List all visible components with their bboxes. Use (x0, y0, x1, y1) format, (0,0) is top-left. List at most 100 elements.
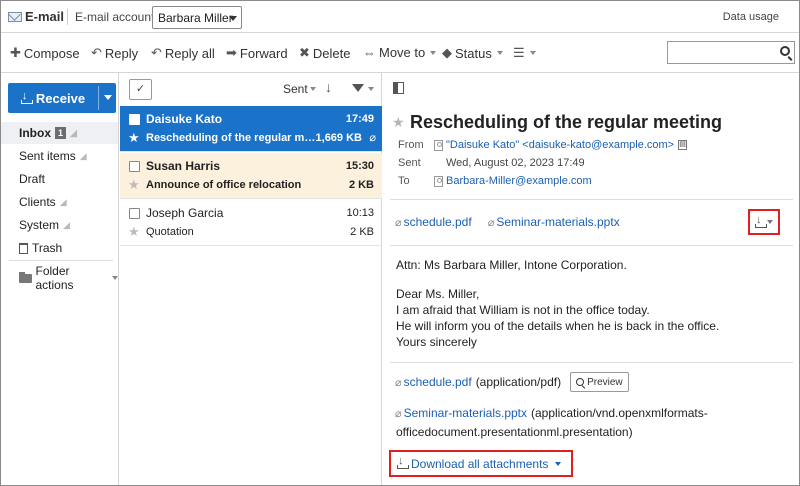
magnifier-icon (576, 378, 585, 386)
address-book-icon[interactable]: ▤ (678, 140, 688, 150)
search-icon[interactable] (780, 46, 790, 56)
sidebar-item-label: Sent items (19, 149, 76, 163)
download-all-button[interactable]: Download all attachments (389, 450, 574, 477)
receive-main[interactable]: Receive (8, 83, 98, 113)
from-address-link[interactable]: "Daisuke Kato" <daisuke-kato@example.com… (446, 139, 674, 151)
list-menu-button[interactable]: ☰ (513, 45, 536, 61)
preview-button[interactable]: Preview (570, 372, 629, 392)
folder-actions-menu[interactable]: Folder actions (1, 264, 118, 292)
receive-dropdown-icon[interactable] (104, 95, 112, 100)
download-icon (755, 214, 767, 228)
compose-button[interactable]: ✚ Compose (10, 45, 80, 61)
delete-label: Delete (312, 45, 351, 61)
chevron-down-icon (529, 51, 536, 55)
reply-all-icon: ↶ (151, 45, 162, 60)
star-icon[interactable]: ★ (392, 114, 405, 131)
message-checkbox[interactable] (129, 161, 140, 172)
sidebar-item-clients[interactable]: Clients ◢ (1, 191, 118, 213)
star-icon[interactable]: ★ (128, 177, 140, 193)
divider (390, 199, 793, 200)
sidebar-item-trash[interactable]: Trash (1, 237, 118, 259)
compose-label: Compose (23, 45, 80, 61)
chevron-down-icon (555, 461, 562, 466)
sidebar-item-inbox[interactable]: Inbox 1 ◢ (1, 122, 118, 144)
chevron-down-icon (309, 87, 316, 91)
list-item[interactable]: Daisuke Kato 17:49 ★ Rescheduling of the… (120, 106, 382, 152)
move-arrows-icon: ⇔ (363, 45, 376, 60)
attachment-name: Seminar-materials.pptx (496, 215, 620, 229)
delete-button[interactable]: ✖ Delete (299, 45, 350, 61)
message-time: 17:49 (345, 113, 374, 125)
star-icon[interactable]: ★ (128, 224, 140, 240)
account-select[interactable]: Barbara Miller (152, 6, 242, 29)
reply-label: Reply (104, 45, 139, 61)
sidebar-item-system[interactable]: System ◢ (1, 214, 118, 236)
star-icon[interactable]: ★ (128, 130, 140, 146)
list-menu-icon: ☰ (513, 45, 525, 60)
chevron-down-icon[interactable] (368, 87, 374, 91)
delete-x-icon: ✖ (299, 45, 310, 60)
sidebar-item-draft[interactable]: Draft (1, 168, 118, 190)
divider (390, 245, 793, 246)
paperclip-icon: ⌀ (369, 132, 376, 144)
contact-icon (434, 175, 443, 187)
move-to-button[interactable]: ⇔ Move to (363, 45, 437, 60)
preview-label: Preview (587, 376, 623, 388)
forward-button[interactable]: ➡ Forward (226, 45, 288, 61)
attachment-name: schedule.pdf (403, 215, 472, 229)
sent-value: Wed, August 02, 2023 17:49 (446, 157, 585, 169)
rss-icon: ◢ (59, 196, 67, 207)
attachment-name-link[interactable]: schedule.pdf (404, 375, 472, 389)
app-title[interactable]: E-mail (8, 9, 64, 24)
to-row: To Barbara-Miller@example.com (398, 175, 592, 187)
search-input[interactable] (667, 41, 795, 64)
reply-button[interactable]: ↶ Reply (91, 45, 138, 61)
reply-all-button[interactable]: ↶ Reply all (151, 45, 215, 61)
tag-icon: ◆ (442, 45, 452, 60)
data-usage-link[interactable]: Data usage (723, 11, 779, 23)
attachment-link[interactable]: ⌀ Seminar-materials.pptx (488, 215, 620, 229)
divider (390, 362, 793, 363)
message-checkbox[interactable] (129, 114, 140, 125)
body-line: Yours sincerely (396, 335, 477, 349)
list-item[interactable]: Susan Harris 15:30 ★ Announce of office … (120, 153, 382, 199)
folder-icon (19, 271, 32, 283)
sidebar-item-label: Draft (19, 172, 46, 186)
message-subject: Rescheduling of the regular me... (146, 132, 316, 144)
to-address-link[interactable]: Barbara-Miller@example.com (446, 175, 592, 187)
receive-button[interactable]: Receive (8, 83, 116, 113)
status-button[interactable]: ◆ Status (442, 45, 503, 61)
sort-order-icon[interactable]: ↓ (325, 79, 332, 95)
attachment-name-link[interactable]: Seminar-materials.pptx (404, 406, 527, 420)
chevron-down-icon (430, 50, 437, 55)
sort-by-dropdown[interactable]: Sent (283, 82, 316, 96)
filter-icon[interactable] (352, 84, 364, 92)
download-icon (20, 90, 33, 104)
to-label: To (398, 175, 410, 187)
list-item[interactable]: Joseph Garcia 10:13 ★ Quotation 2 KB (120, 200, 382, 246)
chevron-down-icon (496, 51, 503, 55)
select-all-checkbox[interactable]: ✓ (129, 79, 152, 100)
attachment-type: (application/vnd.openxmlformats- (531, 406, 708, 420)
body-line: Dear Ms. Miller, (396, 287, 480, 301)
attachment-link[interactable]: ⌀ schedule.pdf (395, 215, 472, 229)
receive-label: Receive (35, 90, 86, 106)
sidebar-divider (9, 260, 113, 261)
paperclip-icon: ⌀ (395, 407, 402, 420)
sidebar-item-label: Trash (32, 241, 63, 255)
message-checkbox[interactable] (129, 208, 140, 219)
plus-icon: ✚ (10, 45, 21, 60)
download-icon (397, 455, 409, 469)
contact-icon (434, 139, 443, 151)
paperclip-icon: ⌀ (487, 217, 495, 229)
download-menu-button[interactable] (748, 209, 780, 235)
unread-count-badge: 1 (55, 127, 66, 139)
body-line: He will inform you of the details when h… (396, 319, 720, 333)
mail-icon (8, 11, 22, 22)
layout-toggle-icon[interactable] (393, 82, 404, 94)
attachment-type-continued: officedocument.presentationml.presentati… (396, 425, 633, 439)
from-row: From "Daisuke Kato" <daisuke-kato@exampl… (398, 139, 688, 151)
attachment-bar: ⌀ schedule.pdf ⌀ Seminar-materials.pptx (395, 215, 620, 229)
sidebar-item-label: Clients (19, 195, 56, 209)
sidebar-item-sent-items[interactable]: Sent items ◢ (1, 145, 118, 167)
